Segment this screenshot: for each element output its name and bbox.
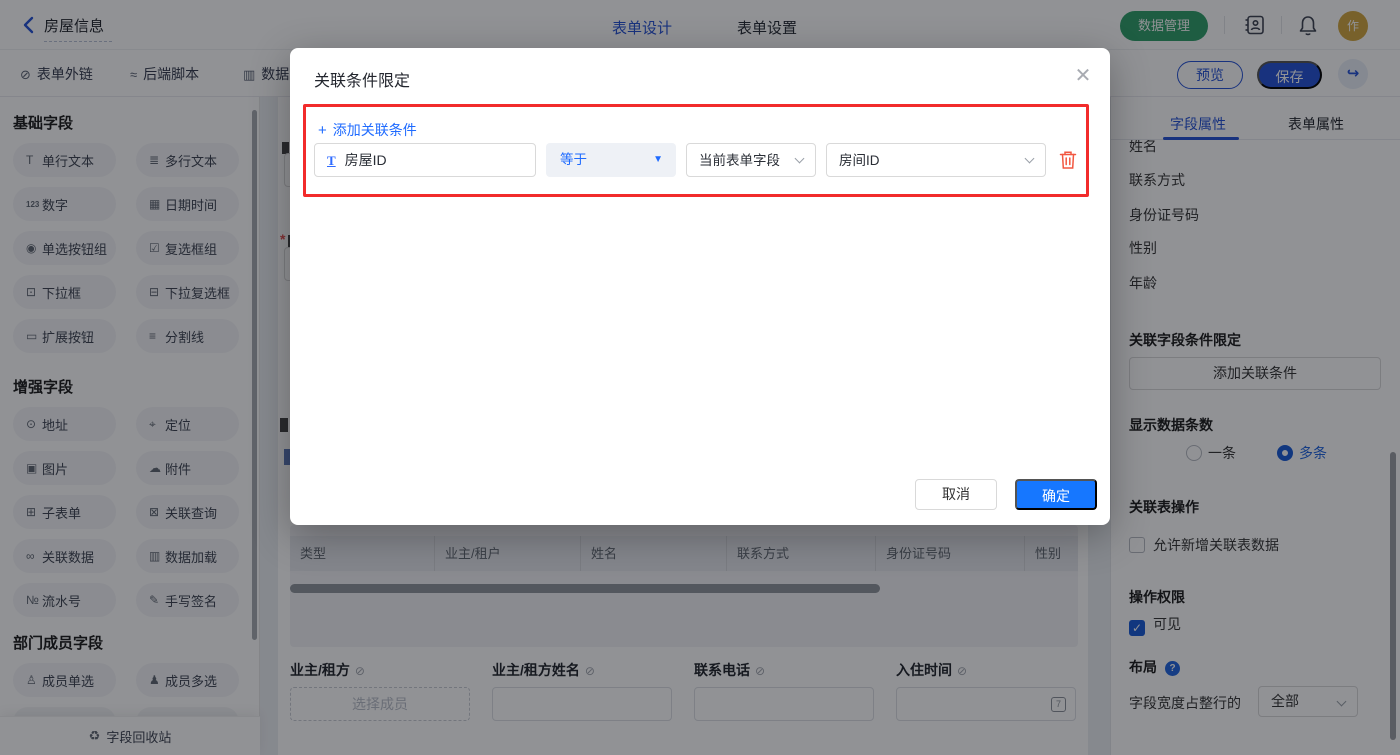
chevron-down-icon [795,154,805,164]
condition-dialog: 关联条件限定 ✕ +添加关联条件 T房屋ID 等于▼ 当前表单字段 房间ID 取… [290,48,1110,525]
target-field-select[interactable]: 房间ID [826,143,1046,177]
confirm-button[interactable]: 确定 [1015,479,1097,510]
form-designer-app: 房屋信息 表单设计 表单设置 数据管理 作 ⊘表单外链 ≈后端脚本 ▥数据 预览… [0,0,1400,755]
dialog-title: 关联条件限定 [314,67,410,91]
close-icon[interactable]: ✕ [1069,62,1097,90]
operator-select[interactable]: 等于▼ [546,143,676,177]
plus-icon: + [318,122,327,139]
add-condition-link[interactable]: +添加关联条件 [318,120,417,140]
chevron-down-icon [1025,154,1035,164]
delete-condition-icon[interactable] [1059,150,1077,170]
condition-field-input[interactable]: T房屋ID [314,143,536,177]
text-field-icon: T [327,153,336,168]
cancel-button[interactable]: 取消 [915,479,997,510]
source-type-select[interactable]: 当前表单字段 [686,143,816,177]
caret-down-icon: ▼ [653,143,663,177]
